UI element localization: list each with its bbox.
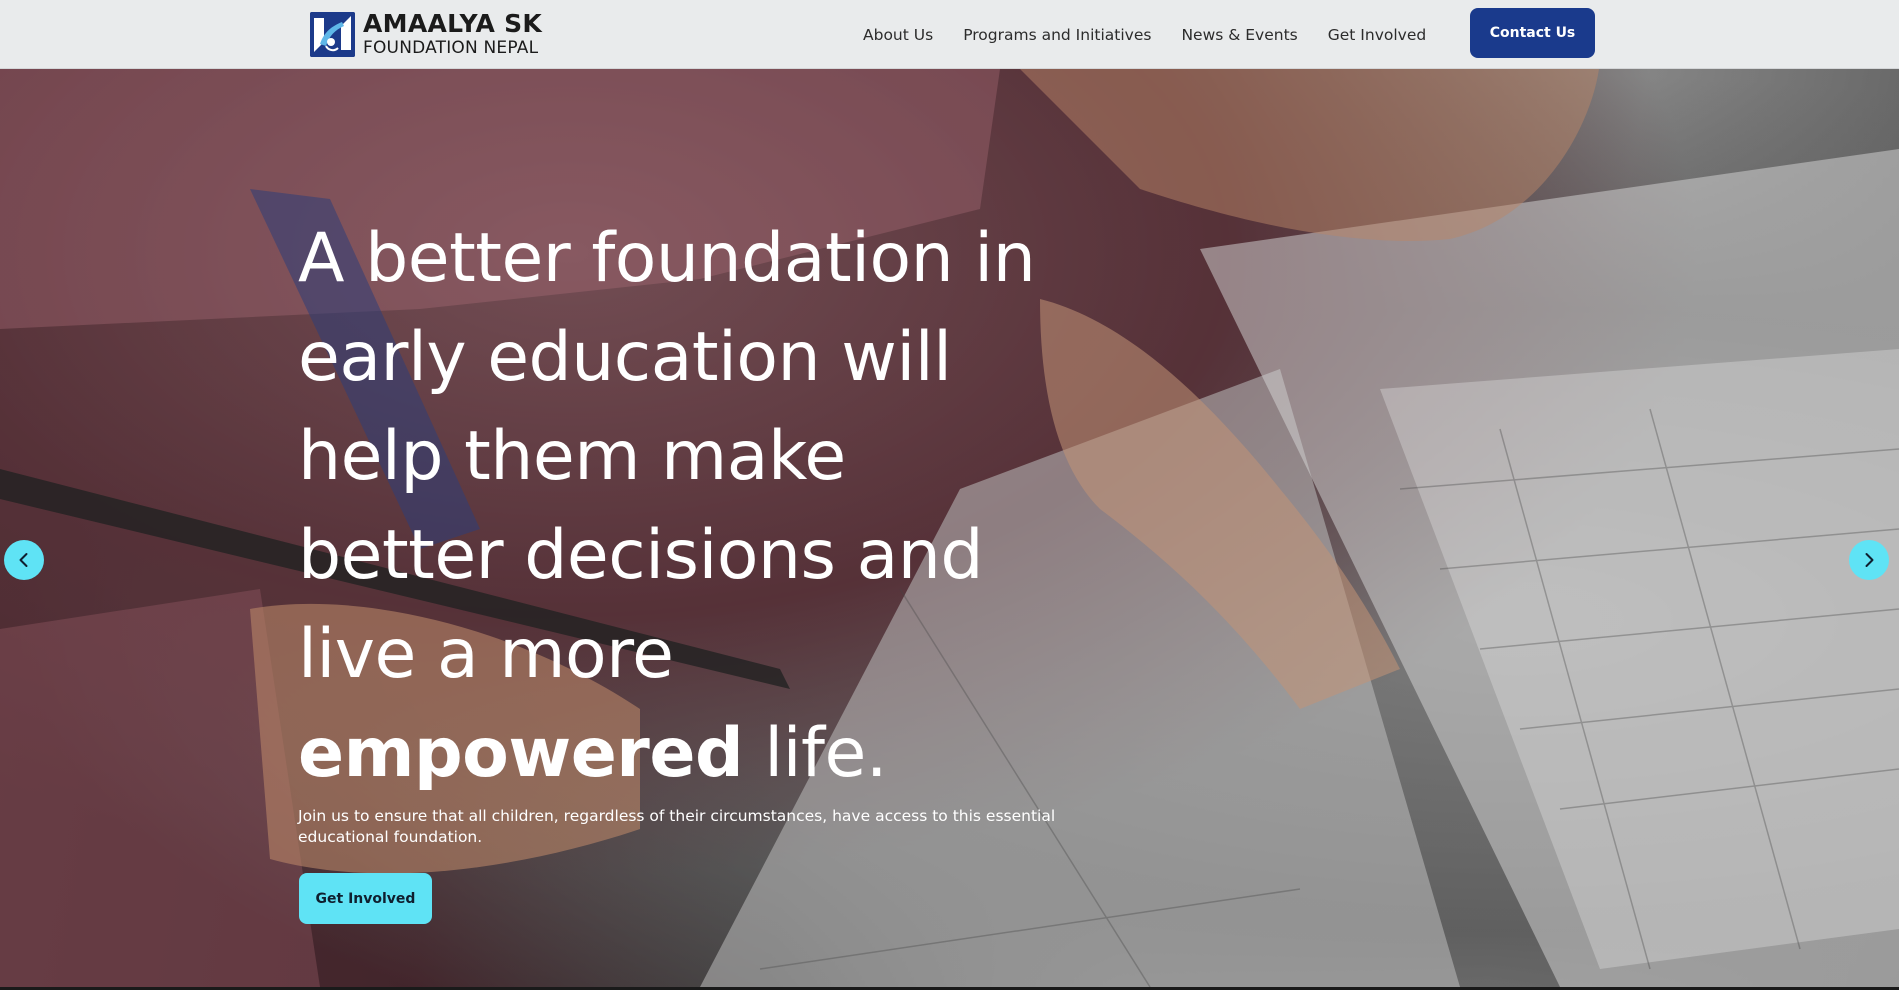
get-involved-button[interactable]: Get Involved (299, 873, 432, 924)
hero-headline-bold-word: empowered (298, 714, 744, 793)
chevron-right-icon (1865, 553, 1874, 567)
hero-headline: A better foundation in early education w… (298, 209, 1118, 803)
chevron-left-icon (19, 553, 28, 567)
site-header: AMAALYA SK FOUNDATION NEPAL About Us Pro… (0, 0, 1899, 69)
nav-item-news-events[interactable]: News & Events (1181, 26, 1297, 44)
hero-headline-line-4: better decisions and (298, 516, 984, 595)
brand-logo[interactable]: AMAALYA SK FOUNDATION NEPAL (310, 10, 542, 58)
hero-headline-line-1: A better foundation in (298, 219, 1036, 298)
hero-subtext: Join us to ensure that all children, reg… (298, 807, 1056, 846)
hero-headline-line-2: early education will (298, 318, 952, 397)
brand-name: AMAALYA SK (363, 9, 543, 38)
hands-logo-icon (310, 11, 355, 57)
contact-us-button[interactable]: Contact Us (1470, 8, 1595, 58)
hero-headline-line-3: help them make (298, 417, 846, 496)
brand-subname: FOUNDATION NEPAL (363, 38, 539, 58)
main-nav: About Us Programs and Initiatives News &… (863, 0, 1456, 69)
slider-next-button[interactable] (1849, 540, 1889, 580)
hero-headline-end: life. (743, 714, 887, 793)
slider-prev-button[interactable] (4, 540, 44, 580)
nav-item-get-involved[interactable]: Get Involved (1328, 26, 1426, 44)
hero-headline-line-5: live a more (298, 615, 674, 694)
nav-item-about-us[interactable]: About Us (863, 26, 933, 44)
hero-slider: A better foundation in early education w… (0, 69, 1899, 987)
nav-item-programs[interactable]: Programs and Initiatives (963, 26, 1151, 44)
